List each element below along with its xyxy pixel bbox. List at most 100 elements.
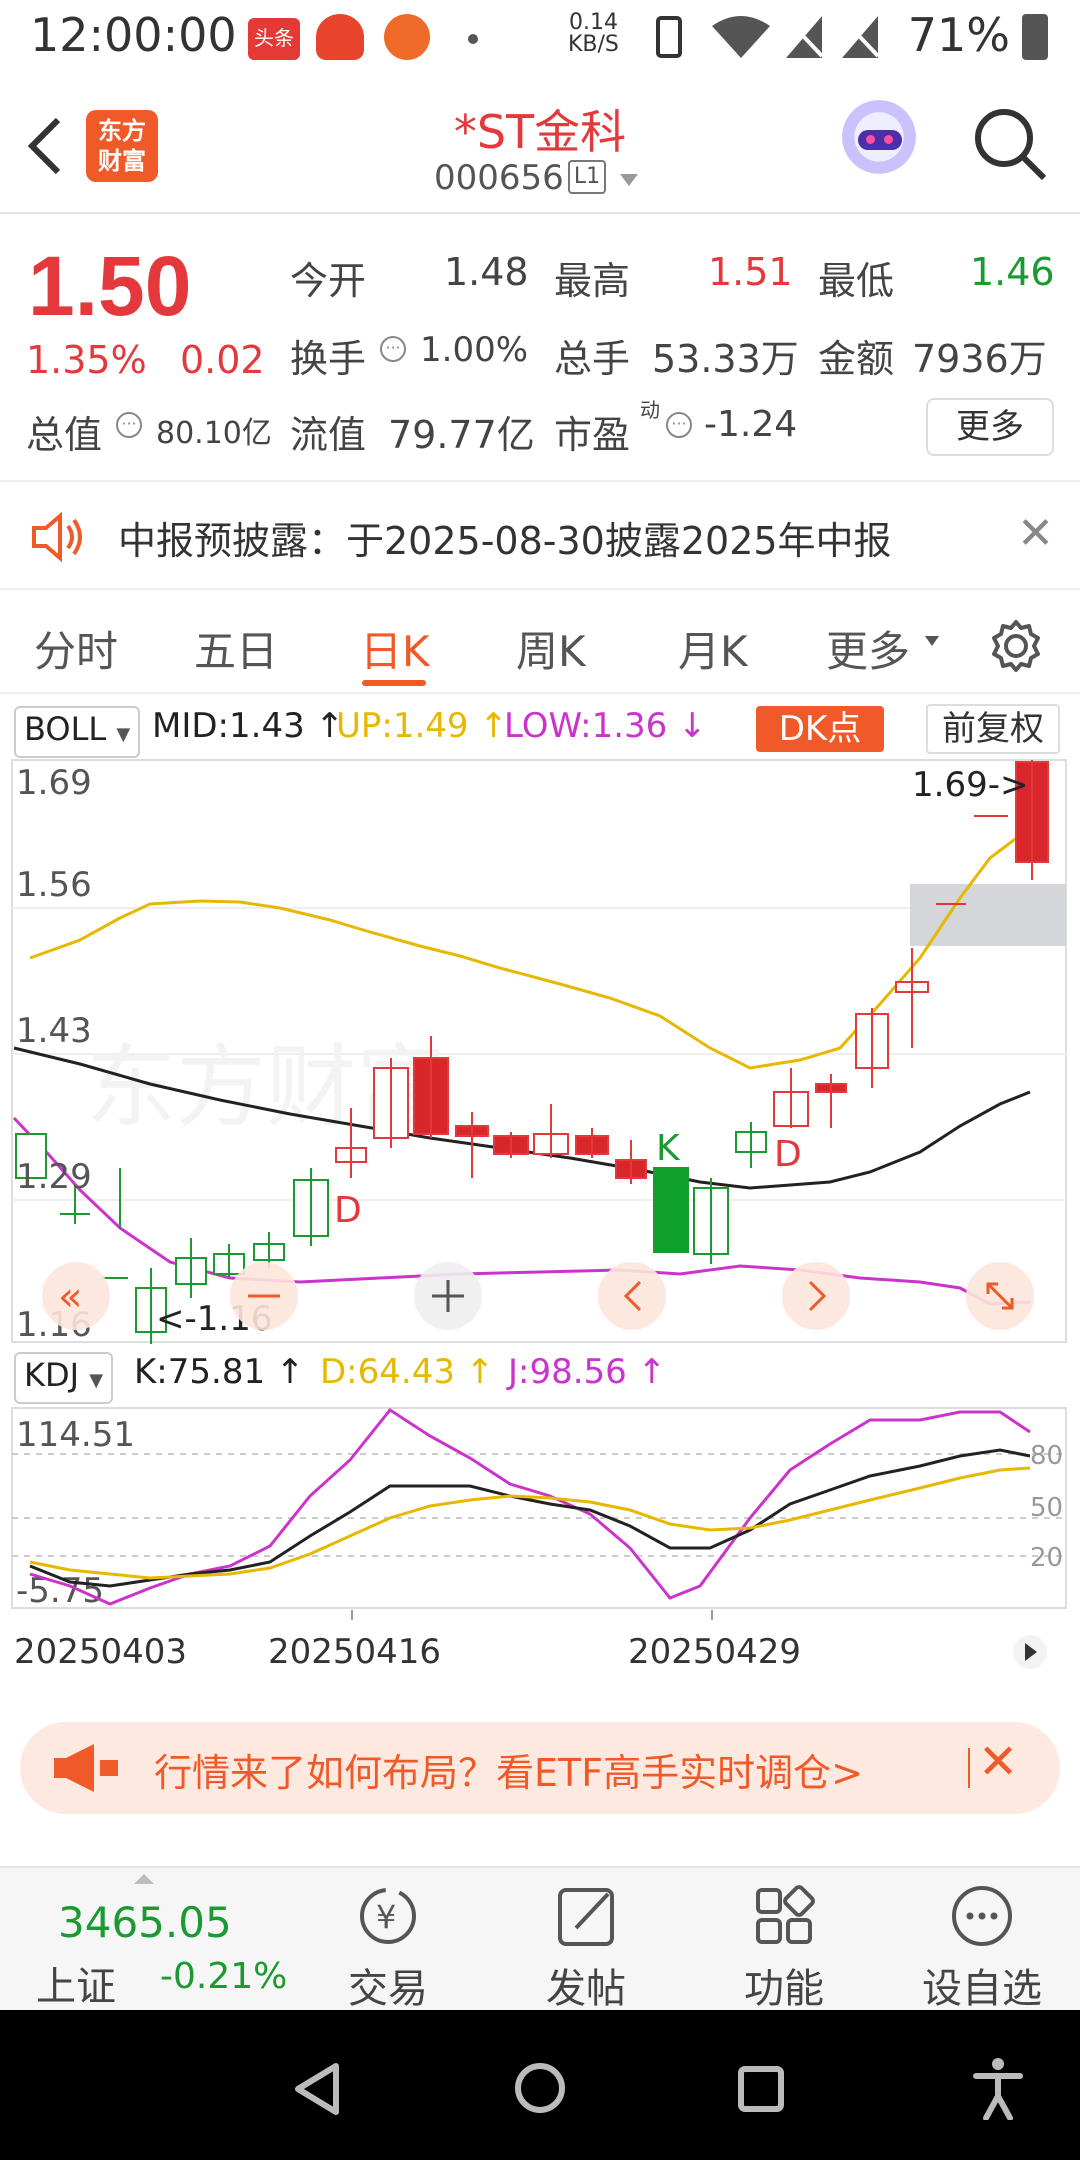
no-sim-icon <box>842 16 880 58</box>
turnover-label: 换手 <box>290 337 367 381</box>
active-tab-indicator <box>362 680 426 686</box>
turnover-value: 1.00% <box>420 330 529 370</box>
info-icon[interactable]: ··· <box>380 336 406 362</box>
stock-header: 东方 财富 *ST金科 000656 L1 <box>0 76 1080 214</box>
index-name[interactable]: 上证 <box>36 1954 116 2012</box>
notice-bar[interactable]: 中报预披露：于2025-08-30披露2025年中报 ✕ <box>0 480 1080 590</box>
post-label: 发帖 <box>546 1966 626 2012</box>
change-amount: 0.02 <box>180 338 265 382</box>
tab-more[interactable]: 更多 <box>826 618 910 679</box>
dropdown-triangle-icon <box>925 636 939 646</box>
boll-low: LOW:1.36 ↓ <box>504 706 707 746</box>
index-change: -0.21% <box>160 1956 288 1997</box>
play-right-icon[interactable] <box>1012 1630 1048 1674</box>
tab-intraday[interactable]: 分时 <box>34 618 118 679</box>
add-watchlist-label: 设自选 <box>922 1966 1042 2012</box>
megaphone-icon <box>54 1744 118 1792</box>
info-icon[interactable]: ··· <box>116 412 142 438</box>
float-label: 流值 <box>290 413 367 457</box>
divider <box>968 1748 970 1788</box>
zoom-in-button[interactable] <box>414 1262 482 1330</box>
tab-five-day[interactable]: 五日 <box>194 618 278 679</box>
toutiao-icon: 头条 <box>248 18 300 60</box>
scroll-left-button[interactable] <box>598 1262 666 1330</box>
info-icon[interactable]: ··· <box>666 412 692 438</box>
date-label: 20250403 <box>14 1632 188 1672</box>
fuquan-button[interactable]: 前复权 <box>926 704 1060 754</box>
high-label: 最高 <box>554 259 631 303</box>
boll-selector[interactable]: BOLL ▼ <box>14 706 141 758</box>
kline-chart[interactable]: 东方财富 1.69 1.56 1.43 1.29 1.16 1.69-> <-1… <box>0 758 1080 1348</box>
volume-label: 总手 <box>554 337 631 381</box>
signal-marker: D <box>334 1190 362 1231</box>
tab-weekly-k[interactable]: 周K <box>516 618 586 679</box>
app-icon <box>384 14 430 60</box>
high-value: 1.51 <box>708 250 793 294</box>
pe-label: 市盈 <box>554 413 631 457</box>
ad-text: 行情来了如何布局？看ETF高手实时调仓> <box>154 1751 863 1795</box>
robot-assistant-icon[interactable] <box>838 100 920 182</box>
boll-up: UP:1.49 ↑ <box>336 706 508 746</box>
close-icon[interactable]: ✕ <box>1017 508 1054 559</box>
trade-label: 交易 <box>348 1966 428 2012</box>
search-icon[interactable] <box>972 106 1048 182</box>
kdj-y-top: 114.51 <box>16 1415 135 1455</box>
tab-daily-k[interactable]: 日K <box>360 618 430 679</box>
float-value: 79.77亿 <box>388 413 535 457</box>
pe-superscript: 动 <box>640 398 660 422</box>
recents-square-icon[interactable] <box>736 2064 786 2114</box>
svg-text:«: « <box>58 1274 82 1320</box>
signal-marker: D <box>774 1134 802 1175</box>
change-percent: 1.35% <box>26 338 147 382</box>
dk-point-button[interactable]: DK点 <box>756 706 884 752</box>
current-price: 1.50 <box>28 239 192 333</box>
post-button[interactable]: 发帖 <box>516 1882 656 2014</box>
status-bar: 12:00:00 头条 0.14 KB/S 71% <box>0 0 1080 76</box>
low-value: 1.46 <box>970 250 1055 294</box>
no-sim-icon <box>786 16 824 58</box>
mcap-label: 总值 <box>26 413 103 457</box>
low-label: 最低 <box>818 259 895 303</box>
trade-button[interactable]: ¥ 交易 <box>318 1882 458 2014</box>
level-badge[interactable]: L1 <box>568 160 606 194</box>
functions-button[interactable]: 功能 <box>714 1882 854 2014</box>
bottom-toolbar: 3465.05 上证 -0.21% ¥ 交易 发帖 功能 设自选 <box>0 1866 1080 2012</box>
accessibility-icon[interactable] <box>970 2056 1026 2120</box>
more-dots-icon <box>952 1886 1012 1946</box>
svg-text:¥: ¥ <box>376 1898 396 1936</box>
battery-percent: 71% <box>907 8 1010 62</box>
edit-icon <box>558 1888 614 1946</box>
chart-tabs: 分时 五日 日K 周K 月K 更多 <box>0 590 1080 694</box>
fullscreen-icon[interactable] <box>966 1262 1034 1330</box>
tab-monthly-k[interactable]: 月K <box>678 618 748 679</box>
date-label: 20250416 <box>268 1632 442 1672</box>
volume-value: 53.33万 <box>652 337 799 381</box>
etf-ad-banner[interactable]: 行情来了如何布局？看ETF高手实时调仓> ✕ <box>20 1722 1060 1814</box>
app-icon <box>316 14 364 60</box>
date-label: 20250429 <box>628 1632 802 1672</box>
network-speed: 0.14 KB/S <box>568 10 619 57</box>
close-icon[interactable]: ✕ <box>978 1734 1018 1790</box>
kdj-selector[interactable]: KDJ ▼ <box>14 1352 114 1404</box>
settings-gear-icon[interactable] <box>988 618 1044 674</box>
home-circle-icon[interactable] <box>512 2060 568 2116</box>
battery-icon <box>1022 14 1048 60</box>
scroll-left-fast-button[interactable]: « <box>42 1262 110 1330</box>
kdj-d: D:64.43 ↑ <box>320 1352 495 1392</box>
notice-text: 中报预披露：于2025-08-30披露2025年中报 <box>118 519 892 563</box>
yen-circle-icon: ¥ <box>360 1888 416 1944</box>
chevron-down-icon[interactable] <box>618 172 640 188</box>
wifi-icon <box>712 16 770 58</box>
y-label: 1.29 <box>16 1157 92 1197</box>
kdj-level: 20 <box>1030 1543 1063 1573</box>
add-watchlist-button[interactable]: 设自选 <box>912 1882 1052 2014</box>
index-value[interactable]: 3465.05 <box>58 1898 232 1947</box>
status-time: 12:00:00 <box>30 8 237 62</box>
back-triangle-icon[interactable] <box>292 2062 342 2116</box>
y-label: 1.56 <box>16 865 92 905</box>
more-button[interactable]: 更多 <box>926 398 1054 456</box>
open-label: 今开 <box>290 259 367 303</box>
scroll-right-button[interactable] <box>782 1262 850 1330</box>
zoom-out-button[interactable] <box>230 1262 298 1330</box>
open-value: 1.48 <box>444 250 529 294</box>
